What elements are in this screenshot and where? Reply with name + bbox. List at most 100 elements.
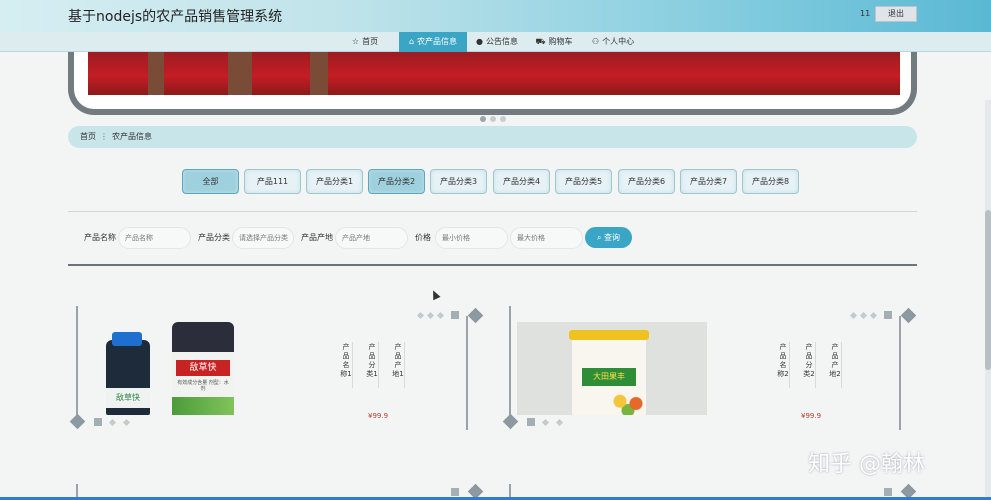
category-item[interactable]: 产品分类7 [680, 169, 737, 194]
bottle-subtext: 有效成分含量 剂型：水剂 [177, 380, 229, 392]
decor-dot [426, 311, 435, 320]
origin-label: 产品产地 [301, 233, 333, 242]
main-nav: ☆ 首页 ⌂ 农产品信息 ● 公告信息 ⛟ 购物车 ⚇ 个人中心 [0, 32, 991, 52]
product-card[interactable]: 敌草快 敌草快 有效成分含量 剂型：水剂 产品名称1 产品分类1 产品产地1 ¥… [68, 306, 484, 432]
username: 11 [860, 9, 871, 18]
cart-icon: ⛟ [535, 37, 546, 46]
banner-carousel[interactable] [68, 52, 917, 115]
card-border-right [899, 316, 901, 430]
decor-square [884, 488, 892, 496]
decor-square [451, 488, 459, 496]
bottle-small: 敌草快 [106, 332, 150, 415]
nav-label-products: 农产品信息 [417, 37, 458, 46]
fruit-illustration [608, 392, 648, 415]
decor-dot [108, 418, 117, 427]
category-item[interactable]: 产品分类3 [430, 169, 487, 194]
breadcrumb-home[interactable]: 首页 [80, 132, 96, 141]
breadcrumb: 首页 ⋮ 农产品信息 [68, 126, 917, 148]
product-price: ¥99.9 [801, 412, 822, 420]
category-item[interactable]: 产品分类6 [618, 169, 675, 194]
decor-dot [869, 311, 878, 320]
search-button-label: 查询 [604, 233, 621, 242]
category-item[interactable]: 产品分类5 [555, 169, 612, 194]
decor-dot [849, 311, 858, 320]
tree-trunk [228, 52, 252, 95]
product-image[interactable]: 敌草快 敌草快 有效成分含量 剂型：水剂 [106, 322, 296, 415]
nav-item-cart[interactable]: ⛟ 购物车 [533, 32, 575, 52]
bottle-brand: 敌草快 [176, 360, 230, 376]
tree-trunk [310, 52, 328, 95]
mouse-cursor [429, 288, 441, 301]
product-name-input[interactable] [118, 227, 191, 249]
decor-square [94, 418, 102, 426]
min-price-input[interactable] [435, 227, 508, 249]
nav-item-profile[interactable]: ⚇ 个人中心 [588, 32, 638, 52]
carousel-dots [480, 107, 510, 126]
home-icon: ⌂ [408, 37, 415, 46]
origin-input[interactable] [335, 227, 408, 249]
search-icon: ⌕ [596, 233, 602, 242]
category-label: 产品分类 [198, 233, 230, 242]
card-border-right [466, 316, 468, 430]
carousel-dot[interactable] [500, 116, 506, 122]
bottle-label: 敌草快 [106, 388, 150, 408]
bottle-cap [112, 332, 142, 346]
carousel-dot[interactable] [480, 116, 486, 122]
decor-dot [541, 418, 550, 427]
bucket-rim [569, 330, 649, 340]
decor-square [884, 311, 892, 319]
product-category: 产品分类1 [366, 342, 379, 388]
product-name: 产品名称1 [340, 342, 353, 388]
star-icon: ☆ [351, 37, 360, 46]
category-all[interactable]: 全部 [182, 169, 239, 194]
user-icon: ⚇ [591, 37, 600, 46]
carousel-dot[interactable] [490, 116, 496, 122]
bottle-stripe [172, 397, 234, 415]
product-image[interactable]: 大田果丰 [517, 322, 707, 415]
site-title: 基于nodejs的农产品销售管理系统 [68, 9, 283, 25]
product-name: 产品名称2 [777, 342, 790, 388]
search-bar: 产品名称 产品分类 产品产地 价格 ⌕ 查询 [68, 227, 917, 249]
category-item[interactable]: 产品分类8 [742, 169, 799, 194]
category-item[interactable]: 产品分类2 [368, 169, 425, 194]
nav-label-notices: 公告信息 [485, 37, 518, 46]
category-select[interactable] [232, 227, 294, 249]
nav-item-products[interactable]: ⌂ 农产品信息 [399, 32, 467, 52]
divider [68, 211, 917, 212]
decor-square [527, 418, 535, 426]
category-item[interactable]: 产品分类1 [306, 169, 363, 194]
nav-item-home[interactable]: ☆ 首页 [340, 32, 390, 52]
nav-item-notices[interactable]: ● 公告信息 [472, 32, 522, 52]
fertilizer-bucket: 大田果丰 [569, 330, 649, 415]
category-item[interactable]: 产品111 [244, 169, 301, 194]
product-card[interactable]: 大田果丰 产品名称2 产品分类2 产品产地2 ¥99.9 [501, 306, 917, 432]
decor-dot [859, 311, 868, 320]
nav-label-home: 首页 [362, 37, 379, 46]
max-price-input[interactable] [510, 227, 583, 249]
scrollbar-thumb[interactable] [985, 210, 991, 370]
decor-dot [122, 418, 131, 427]
decor-dot [555, 418, 564, 427]
decor-square [451, 311, 459, 319]
banner-image [88, 52, 900, 95]
product-origin: 产品产地2 [829, 342, 842, 388]
divider [68, 264, 917, 266]
decor-dot [436, 311, 445, 320]
bottle-large: 敌草快 有效成分含量 剂型：水剂 [172, 322, 234, 415]
breadcrumb-separator: ⋮ [100, 132, 108, 141]
nav-label-cart: 购物车 [548, 37, 573, 46]
product-category: 产品分类2 [803, 342, 816, 388]
name-label: 产品名称 [84, 233, 116, 242]
category-item[interactable]: 产品分类4 [493, 169, 550, 194]
watermark: 知乎 @翰林 [808, 452, 925, 477]
decor-diamond [900, 307, 917, 324]
page-scrollbar[interactable] [985, 100, 991, 500]
breadcrumb-current: 农产品信息 [112, 132, 152, 141]
card-border-left [509, 306, 511, 424]
decor-diamond [502, 413, 519, 430]
product-origin: 产品产地1 [392, 342, 405, 388]
logout-button[interactable]: 退出 [875, 6, 917, 22]
app-header: 基于nodejs的农产品销售管理系统 11 退出 [0, 0, 991, 32]
card-border-left [76, 306, 78, 424]
search-button[interactable]: ⌕ 查询 [585, 227, 632, 248]
